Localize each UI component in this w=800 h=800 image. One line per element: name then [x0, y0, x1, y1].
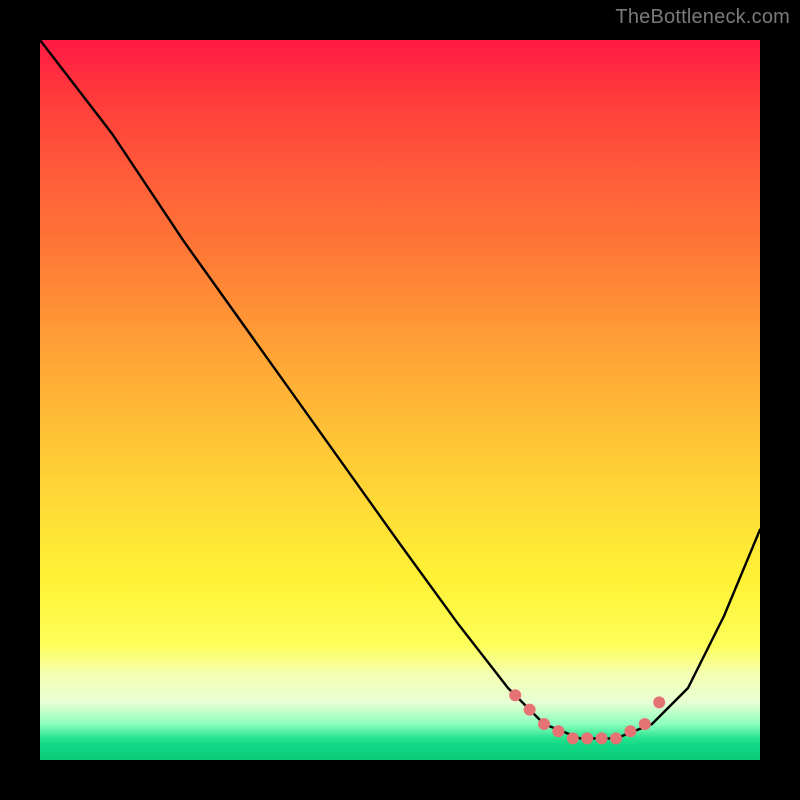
- marker-dot: [653, 696, 665, 708]
- marker-dot: [538, 718, 550, 730]
- curve-path: [40, 40, 760, 738]
- plot-area: [40, 40, 760, 760]
- marker-dot: [552, 725, 564, 737]
- marker-dot: [509, 689, 521, 701]
- marker-dot: [596, 732, 608, 744]
- marker-dot: [624, 725, 636, 737]
- marker-dots: [509, 689, 665, 744]
- watermark-text: TheBottleneck.com: [615, 6, 790, 29]
- marker-dot: [581, 732, 593, 744]
- marker-dot: [610, 732, 622, 744]
- marker-dot: [524, 704, 536, 716]
- curve-line: [40, 40, 760, 738]
- chart-frame: TheBottleneck.com: [0, 0, 800, 800]
- marker-dot: [567, 732, 579, 744]
- marker-dot: [639, 718, 651, 730]
- chart-svg: [40, 40, 760, 760]
